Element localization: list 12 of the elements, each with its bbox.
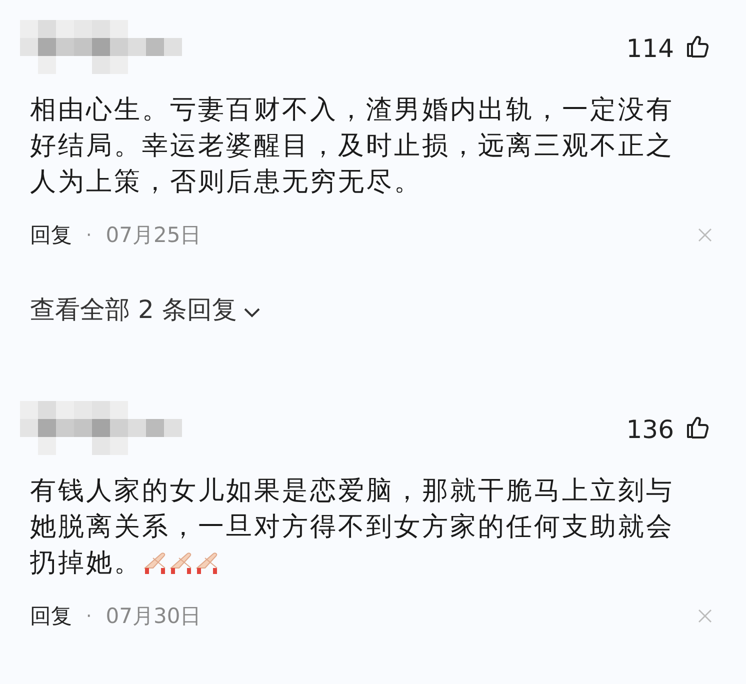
view-replies-link[interactable]: 查看全部 2 条回复 bbox=[30, 293, 700, 326]
separator-dot: · bbox=[86, 224, 92, 246]
comment-date: 07月30日 bbox=[106, 603, 202, 630]
separator-dot: · bbox=[86, 606, 92, 626]
like-count: 114 bbox=[626, 34, 674, 62]
comment-text: 有钱人家的女儿如果是恋爱脑，那就干脆马上立刻与她脱离关系，一旦对方得不到女方家的任何支助就会扔掉她。 bbox=[30, 475, 675, 580]
reply-link[interactable]: 回复 bbox=[30, 602, 72, 630]
reply-link[interactable]: 回复 bbox=[30, 221, 72, 249]
like-count: 136 bbox=[626, 414, 674, 444]
chevron-down-icon bbox=[242, 306, 261, 318]
comment-text: 相由心生。亏妻百财不入，渣男婚内出轨，一定没有好结局。幸运老婆醒目，及时止损，远离三观不正之人为上策，否则后患无穷无尽。 bbox=[30, 94, 675, 199]
comment-date: 07月25日 bbox=[106, 222, 202, 249]
